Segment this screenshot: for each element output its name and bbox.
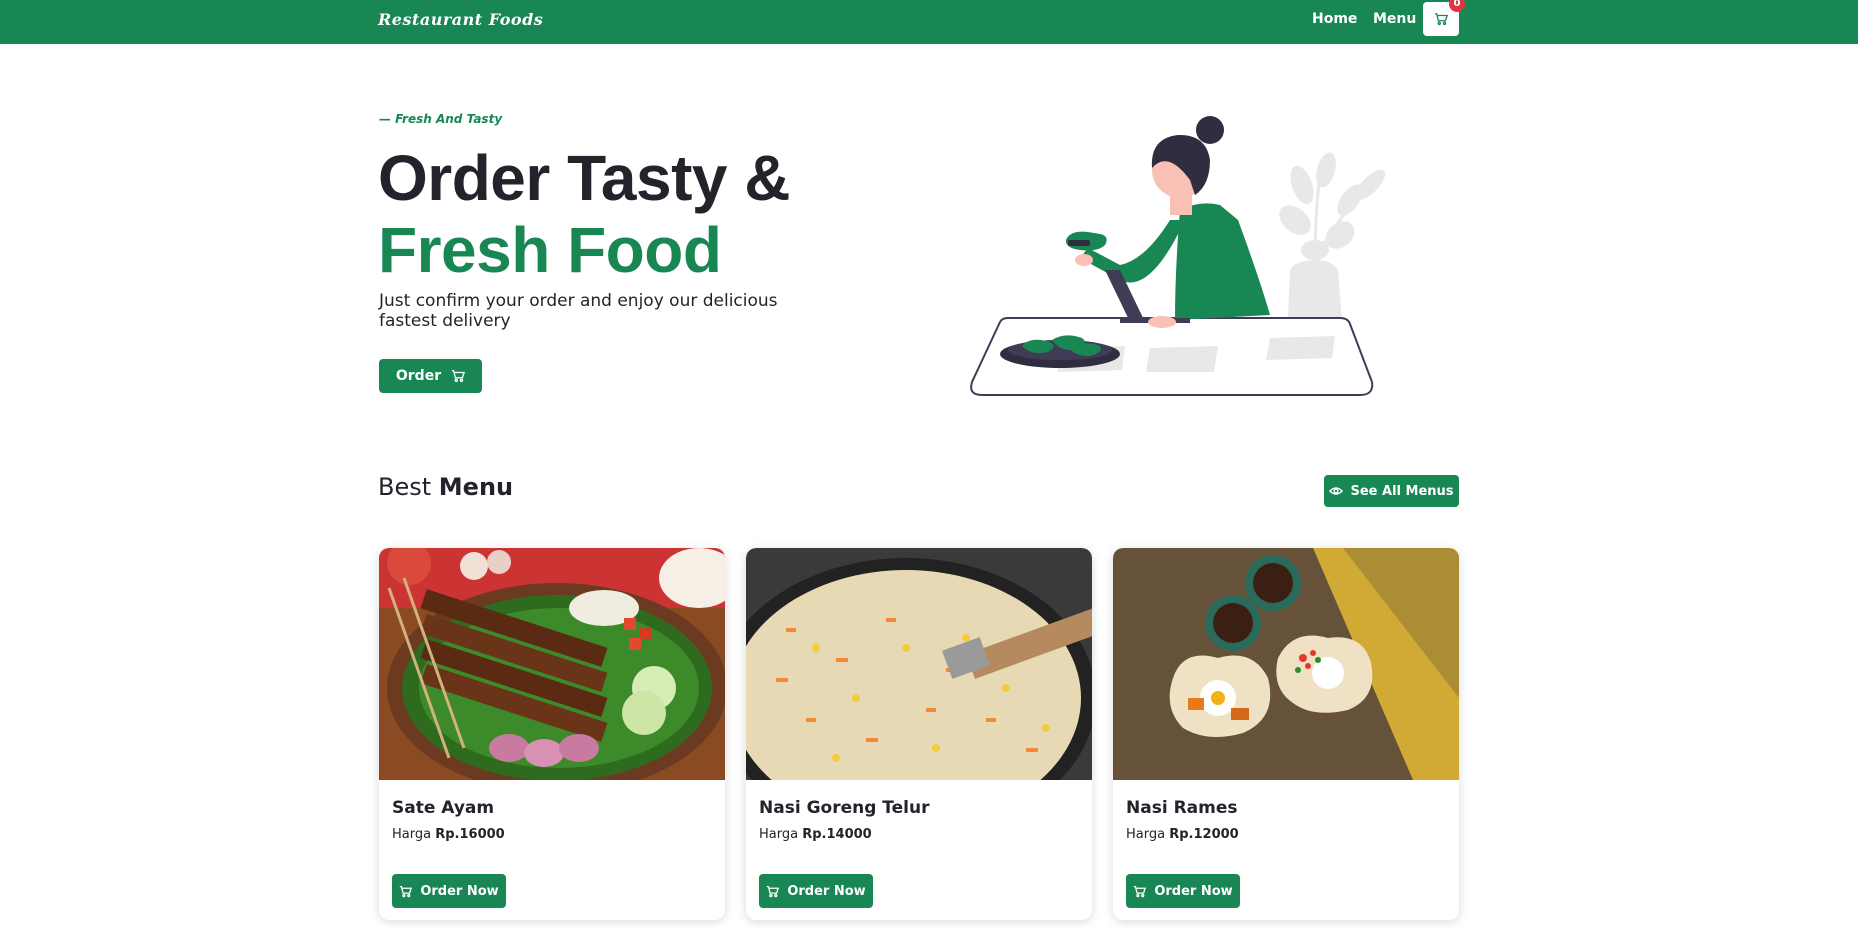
order-now-label: Order Now — [1154, 883, 1233, 899]
menu-item-image — [379, 548, 725, 780]
eye-icon — [1329, 487, 1344, 495]
hero-subtitle: Just confirm your order and enjoy our de… — [379, 291, 778, 331]
order-now-button[interactable]: Order Now — [392, 874, 506, 908]
order-button-label: Order — [395, 368, 442, 384]
menu-item-price: Harga Rp.12000 — [1126, 827, 1239, 842]
cart-count-badge: 0 — [1449, 0, 1465, 12]
price-label: Harga — [392, 827, 432, 842]
menu-item-image — [1113, 548, 1459, 780]
menu-item-price: Harga Rp.14000 — [759, 827, 872, 842]
order-now-button[interactable]: Order Now — [1126, 874, 1240, 908]
menu-card: Sate Ayam Harga Rp.16000 Order Now — [379, 548, 725, 920]
see-all-label: See All Menus — [1350, 483, 1454, 499]
cart-icon — [1134, 885, 1147, 897]
menu-card: Nasi Rames Harga Rp.12000 Order Now — [1113, 548, 1459, 920]
price-value: Rp.16000 — [435, 827, 505, 842]
menu-item-name: Nasi Goreng Telur — [759, 798, 930, 818]
menu-item-name: Sate Ayam — [392, 798, 495, 818]
section-title-bold: Menu — [438, 473, 514, 501]
brand-logo[interactable]: Restaurant Foods — [378, 10, 543, 29]
cart-icon — [767, 885, 780, 897]
order-now-button[interactable]: Order Now — [759, 874, 873, 908]
cart-icon — [1434, 13, 1448, 26]
cart-icon — [400, 885, 413, 897]
navbar: Restaurant Foods Home Menu 0 — [0, 0, 1858, 44]
menu-item-name: Nasi Rames — [1126, 798, 1238, 818]
price-label: Harga — [759, 827, 799, 842]
price-value: Rp.12000 — [1169, 827, 1239, 842]
nav-menu-link[interactable]: Menu — [1373, 11, 1416, 27]
order-now-label: Order Now — [787, 883, 866, 899]
order-now-label: Order Now — [420, 883, 499, 899]
price-value: Rp.14000 — [802, 827, 872, 842]
hero-illustration — [970, 116, 1386, 396]
price-label: Harga — [1126, 827, 1166, 842]
section-title-light: Best — [378, 473, 432, 501]
menu-card: Nasi Goreng Telur Harga Rp.14000 Order N… — [746, 548, 1092, 920]
hero-order-button[interactable]: Order — [379, 359, 482, 393]
section-title: Best Menu — [378, 473, 513, 501]
see-all-menus-button[interactable]: See All Menus — [1324, 475, 1459, 507]
nav-home-link[interactable]: Home — [1312, 11, 1357, 27]
hero-title-highlight: Fresh Food — [378, 214, 722, 286]
hero-title: Order Tasty & — [378, 142, 791, 214]
menu-item-image — [746, 548, 1092, 780]
cart-icon — [451, 370, 466, 383]
menu-item-price: Harga Rp.16000 — [392, 827, 505, 842]
hero-tagline: — Fresh And Tasty — [379, 112, 503, 126]
